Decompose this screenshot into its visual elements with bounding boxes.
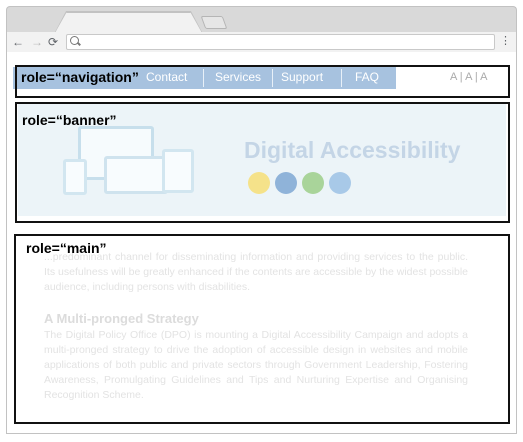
main-region-outline [14, 234, 510, 424]
search-icon [70, 36, 79, 45]
navigation-role-label: role=“navigation” [21, 69, 139, 85]
reload-icon[interactable]: ⟳ [48, 33, 58, 51]
back-arrow-icon[interactable]: ← [12, 33, 24, 51]
browser-menu-icon[interactable]: ⋮ [500, 35, 511, 47]
banner-role-label: role=“banner” [22, 112, 117, 128]
main-role-label: role=“main” [26, 240, 107, 256]
browser-tab[interactable] [55, 12, 202, 33]
address-bar[interactable] [66, 34, 495, 50]
new-tab-button[interactable] [200, 16, 228, 29]
forward-arrow-icon[interactable]: → [31, 33, 43, 51]
